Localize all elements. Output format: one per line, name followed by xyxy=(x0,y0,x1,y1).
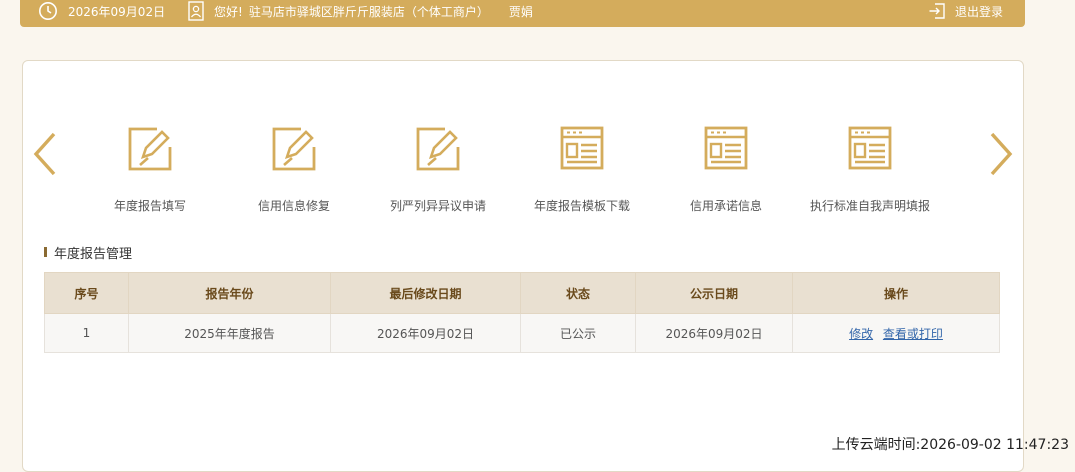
logout-icon xyxy=(928,2,946,20)
logout-button[interactable]: 退出登录 xyxy=(928,0,1003,22)
current-date: 2026年09月02日 xyxy=(68,4,166,19)
edit-icon xyxy=(415,125,461,171)
func-template-download[interactable]: 年度报告模板下载 xyxy=(510,125,654,214)
main-panel xyxy=(22,60,1024,472)
user-info: 您好! 驻马店市驿城区胖斤斤服装店（个体工商户） 贾娟 xyxy=(188,0,533,22)
func-annual-report-fill[interactable]: 年度报告填写 xyxy=(78,125,222,214)
table-header-row: 序号 报告年份 最后修改日期 状态 公示日期 操作 xyxy=(44,272,1000,314)
user-badge-icon xyxy=(188,1,204,21)
column-header: 最后修改日期 xyxy=(330,272,521,314)
column-header: 公示日期 xyxy=(635,272,793,314)
upload-time: 上传云端时间:2026-09-02 11:47:23 xyxy=(831,437,1069,453)
func-objection-application[interactable]: 列严列异异议申请 xyxy=(366,125,510,214)
cell-index: 1 xyxy=(44,313,129,353)
cell-report-year: 2025年年度报告 xyxy=(128,313,331,353)
top-bar: 2026年09月02日 您好! 驻马店市驿城区胖斤斤服装店（个体工商户） 贾娟 … xyxy=(20,0,1025,27)
func-label: 年度报告模板下载 xyxy=(533,199,630,213)
form-icon xyxy=(559,125,605,171)
func-label: 执行标准自我声明填报 xyxy=(809,199,930,213)
func-label: 信用承诺信息 xyxy=(689,199,762,213)
chevron-left-icon xyxy=(33,132,56,176)
date-group: 2026年09月02日 xyxy=(38,0,165,22)
form-icon xyxy=(703,125,749,171)
logout-label: 退出登录 xyxy=(955,4,1004,19)
greeting-text: 您好! xyxy=(214,4,243,19)
func-label: 列严列异异议申请 xyxy=(389,199,486,213)
func-label: 信用信息修复 xyxy=(257,199,330,213)
cell-status: 已公示 xyxy=(520,313,636,353)
section-title-text: 年度报告管理 xyxy=(54,246,133,262)
cell-publish-date: 2026年09月02日 xyxy=(635,313,793,353)
section-title: 年度报告管理 xyxy=(44,243,133,262)
cell-actions: 修改 查看或打印 xyxy=(792,313,1000,353)
func-standard-declaration[interactable]: 执行标准自我声明填报 xyxy=(798,125,942,214)
company-name: 驻马店市驿城区胖斤斤服装店（个体工商户） xyxy=(248,4,489,19)
column-header: 序号 xyxy=(44,272,129,314)
carousel-next-button[interactable] xyxy=(986,130,1016,178)
func-credit-commitment[interactable]: 信用承诺信息 xyxy=(654,125,798,214)
func-label: 年度报告填写 xyxy=(113,199,186,213)
view-print-link[interactable]: 查看或打印 xyxy=(883,327,943,341)
func-credit-repair[interactable]: 信用信息修复 xyxy=(222,125,366,214)
cell-modified-date: 2026年09月02日 xyxy=(330,313,521,353)
column-header: 报告年份 xyxy=(128,272,331,314)
user-name: 贾娟 xyxy=(508,4,533,19)
column-header: 状态 xyxy=(520,272,636,314)
annual-report-table: 序号 报告年份 最后修改日期 状态 公示日期 操作 1 2025年年度报告 20… xyxy=(44,272,1000,353)
column-header: 操作 xyxy=(792,272,1000,314)
title-marker xyxy=(44,247,47,257)
edit-icon xyxy=(271,125,317,171)
form-icon xyxy=(847,125,893,171)
chevron-right-icon xyxy=(990,132,1013,176)
clock-icon xyxy=(38,1,58,21)
edit-link[interactable]: 修改 xyxy=(849,327,873,341)
carousel-prev-button[interactable] xyxy=(30,130,60,178)
table-row: 1 2025年年度报告 2026年09月02日 已公示 2026年09月02日 … xyxy=(44,313,1000,353)
edit-icon xyxy=(127,125,173,171)
